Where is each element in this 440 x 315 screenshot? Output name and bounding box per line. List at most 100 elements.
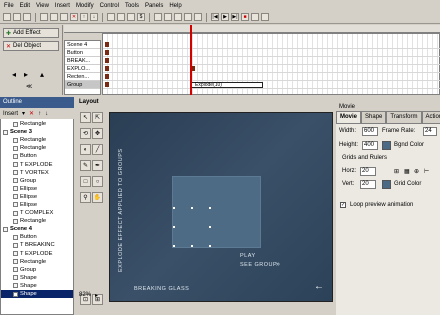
keyframe[interactable] — [105, 66, 109, 71]
transform-tool-icon[interactable]: ⟲ — [80, 128, 91, 139]
effect-icon[interactable] — [127, 13, 135, 21]
outline-item[interactable]: Ellipse — [1, 201, 73, 209]
redo-icon[interactable] — [117, 13, 125, 21]
outline-insert-dropdown[interactable]: Insert — [3, 111, 18, 117]
tab-shape[interactable]: Shape — [361, 111, 387, 123]
align-top-icon[interactable] — [184, 13, 192, 21]
save-icon[interactable] — [23, 13, 31, 21]
outline-item[interactable]: Rectangle — [1, 136, 73, 144]
select-tool-icon[interactable]: ↖ — [80, 112, 91, 123]
outline-item[interactable]: Rectangle — [1, 144, 73, 152]
timeline-layer-button[interactable]: Button — [65, 49, 100, 57]
zoom-tool-icon[interactable]: ⚲ — [80, 192, 91, 203]
menu-view[interactable]: View — [36, 3, 49, 9]
outline-item[interactable]: T EXPLODE — [1, 250, 73, 258]
pencil-tool-icon[interactable]: ✎ — [80, 160, 91, 171]
outline-item[interactable]: Rectangle — [1, 120, 73, 128]
tab-action[interactable]: Action — [421, 111, 440, 123]
outline-item[interactable]: T EXPLODE — [1, 160, 73, 168]
move-right-icon[interactable]: ▸ — [24, 70, 28, 79]
width-field[interactable]: 600 — [362, 127, 378, 136]
hand-tool-icon[interactable]: ✋ — [92, 192, 103, 203]
outline-scene-item[interactable]: Scene 3 — [1, 128, 73, 136]
selection-handle[interactable] — [209, 226, 211, 228]
explode-effect-bar[interactable]: Explode(10) — [191, 82, 263, 88]
undo-icon[interactable] — [107, 13, 115, 21]
outline-item[interactable]: Shape — [1, 274, 73, 282]
outline-item[interactable]: T COMPLEX — [1, 209, 73, 217]
align-left-icon[interactable] — [154, 13, 162, 21]
selection-handle[interactable] — [209, 207, 211, 209]
back-arrow-icon[interactable]: ← — [314, 281, 325, 292]
preview-icon[interactable] — [251, 13, 259, 21]
export-icon[interactable] — [261, 13, 269, 21]
selection-handle[interactable] — [191, 207, 193, 209]
play-label[interactable]: PLAY — [240, 253, 256, 259]
arrow-up-icon[interactable]: ↑ — [80, 13, 88, 21]
subselect-tool-icon[interactable]: ⇱ — [92, 112, 103, 123]
reshape-tool-icon[interactable]: ✥ — [92, 128, 103, 139]
move-up-icon[interactable]: ▴ — [40, 70, 44, 79]
outline-item[interactable]: Ellipse — [1, 185, 73, 193]
timeline-frames[interactable]: Explode(10) — [102, 33, 440, 95]
rewind-icon[interactable]: |◀ — [211, 13, 219, 21]
keyframe[interactable] — [105, 58, 109, 63]
fast-forward-icon[interactable]: ▶| — [231, 13, 239, 21]
fill-tool-icon[interactable]: ◐ — [80, 144, 91, 155]
outline-item[interactable]: Rectangle — [1, 258, 73, 266]
play-icon[interactable]: ▶ — [221, 13, 229, 21]
outline-item[interactable]: T BREAKINC — [1, 241, 73, 249]
height-field[interactable]: 400 — [362, 141, 378, 150]
keyframe[interactable] — [105, 42, 109, 47]
see-group-label[interactable]: SEE GROUP — [240, 262, 277, 268]
delete-icon[interactable]: ✕ — [70, 13, 78, 21]
grid-color-swatch[interactable] — [382, 180, 391, 189]
open-file-icon[interactable] — [13, 13, 21, 21]
paste-icon[interactable] — [60, 13, 68, 21]
outline-up-icon[interactable]: ↑ — [38, 111, 41, 117]
selection-handle[interactable] — [209, 245, 211, 247]
timeline-layer-scene[interactable]: Scene 4 — [65, 41, 100, 49]
loop-preview-checkbox[interactable]: ✓ — [340, 202, 346, 208]
tab-movie[interactable]: Movie — [336, 111, 362, 123]
line-tool-icon[interactable]: ╱ — [92, 144, 103, 155]
frame-rate-field[interactable]: 24 — [423, 127, 437, 136]
menu-insert[interactable]: Insert — [55, 3, 70, 9]
outline-scene-item[interactable]: Scene 4 — [1, 225, 73, 233]
selection-handle[interactable] — [191, 245, 193, 247]
outline-item[interactable]: Button — [1, 233, 73, 241]
del-object-button[interactable]: ✕ Del Object — [3, 41, 59, 51]
outline-item[interactable]: Group — [1, 177, 73, 185]
selection-handle[interactable] — [173, 226, 175, 228]
outline-item[interactable]: Rectangle — [1, 217, 73, 225]
move-left-icon[interactable]: ◂ — [12, 70, 16, 79]
menu-panels[interactable]: Panels — [145, 3, 163, 9]
outline-delete-icon[interactable]: ✕ — [29, 110, 34, 117]
cut-icon[interactable] — [40, 13, 48, 21]
menu-tools[interactable]: Tools — [125, 3, 139, 9]
selection-handle[interactable] — [173, 207, 175, 209]
grid-show-icon[interactable]: ⊞ — [394, 168, 399, 175]
keyframe[interactable] — [105, 50, 109, 55]
selection-handle[interactable] — [173, 245, 175, 247]
align-right-icon[interactable] — [174, 13, 182, 21]
new-file-icon[interactable] — [3, 13, 11, 21]
dollar-icon[interactable]: $ — [137, 13, 145, 21]
stop-icon[interactable]: ■ — [241, 13, 249, 21]
menu-control[interactable]: Control — [100, 3, 119, 9]
outline-item[interactable]: Ellipse — [1, 193, 73, 201]
fast-forward-stage-icon[interactable]: » — [276, 261, 280, 268]
ellipse-tool-icon[interactable]: ○ — [92, 176, 103, 187]
menu-file[interactable]: File — [4, 3, 14, 9]
timeline-layer-group[interactable]: Group — [65, 81, 100, 89]
outline-down-icon[interactable]: ↓ — [45, 111, 48, 117]
chevron-down-icon[interactable]: ▾ — [22, 110, 25, 117]
zoom-arrow-icon[interactable]: ▸ — [95, 292, 98, 299]
keyframe[interactable] — [105, 74, 109, 79]
ruler-icon[interactable]: ⊢ — [424, 168, 429, 175]
arrow-down-icon[interactable]: ↓ — [90, 13, 98, 21]
rectangle-tool-icon[interactable]: □ — [80, 176, 91, 187]
vert-field[interactable]: 20 — [360, 180, 376, 189]
bgnd-color-swatch[interactable] — [382, 141, 391, 150]
menu-help[interactable]: Help — [169, 3, 181, 9]
